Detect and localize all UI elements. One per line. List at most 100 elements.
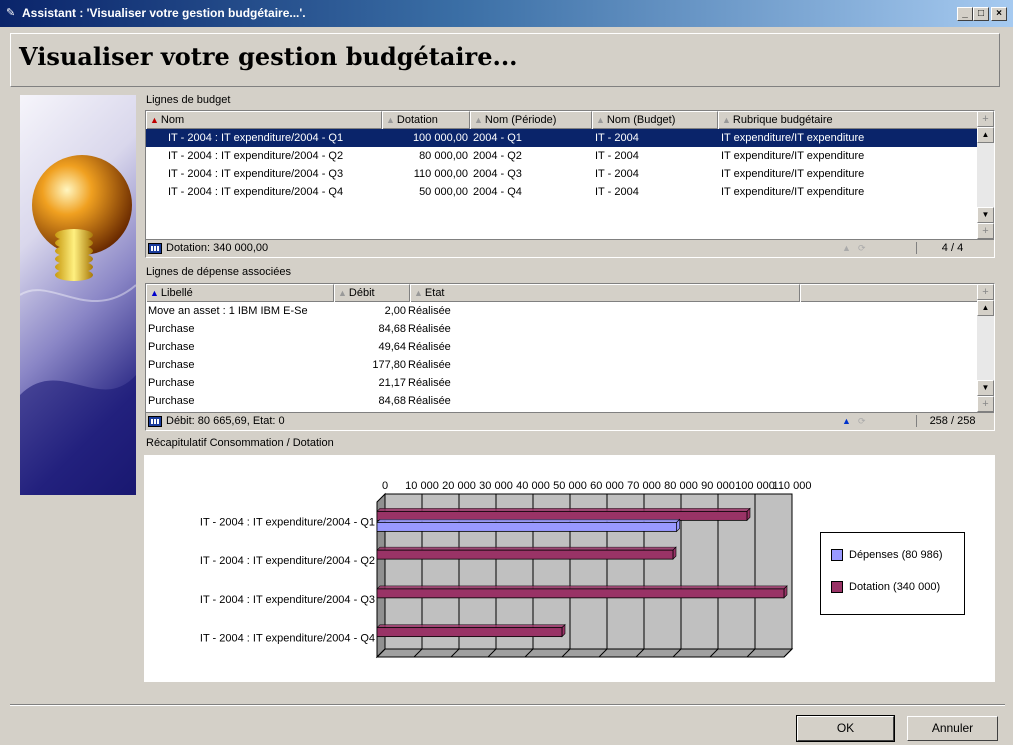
cell-debit: 2,00: [384, 305, 406, 317]
table-row[interactable]: IT - 2004 : IT expenditure/2004 - Q4 50 0…: [146, 183, 978, 201]
ok-button[interactable]: OK: [796, 715, 895, 742]
col-debit-header[interactable]: ▲ Débit: [334, 284, 410, 302]
bar-top: [376, 546, 677, 551]
maximize-button[interactable]: □: [973, 7, 989, 21]
wizard-icon: ✎: [6, 7, 16, 19]
sort-up-icon[interactable]: ▲: [842, 243, 851, 253]
x-tick-label: 80 000: [664, 480, 698, 492]
coins-illustration-icon: [20, 155, 136, 495]
col-periode-header[interactable]: ▲ Nom (Période): [470, 111, 592, 129]
page-title: Visualiser votre gestion budgétaire...: [19, 42, 518, 71]
cell-nom: IT - 2004 : IT expenditure/2004 - Q2: [168, 150, 344, 162]
scroll-up-button[interactable]: ▲: [977, 300, 994, 316]
table-row[interactable]: Purchase 84,68 Réalisée: [146, 392, 978, 410]
table-row[interactable]: IT - 2004 : IT expenditure/2004 - Q2 80 0…: [146, 147, 978, 165]
cell-dotation: 110 000,00: [413, 168, 468, 180]
col-rubrique-header[interactable]: ▲ Rubrique budgétaire: [718, 111, 978, 129]
chart-label: Récapitulatif Consommation / Dotation: [146, 437, 334, 449]
cell-rubrique: IT expenditure/IT expenditure: [721, 150, 865, 162]
cell-etat: Réalisée: [408, 305, 451, 317]
col-dotation-header[interactable]: ▲ Dotation: [382, 111, 470, 129]
x-tick-label: 40 000: [516, 480, 550, 492]
cell-rubrique: IT expenditure/IT expenditure: [721, 168, 865, 180]
x-tick-label: 10 000: [405, 480, 439, 492]
cell-etat: Réalisée: [408, 359, 451, 371]
sort-up-icon[interactable]: ▲: [842, 416, 851, 426]
cell-debit: 84,68: [378, 395, 406, 407]
cell-dotation: 50 000,00: [419, 186, 468, 198]
x-tick-label: 0: [382, 480, 388, 492]
bottom-separator: [10, 704, 1005, 706]
cell-libelle: Purchase: [148, 359, 195, 371]
cell-debit: 21,17: [378, 377, 406, 389]
calculator-icon[interactable]: [148, 243, 162, 254]
bar-spend: [376, 521, 678, 532]
expense-grid-header: ▲ Libellé ▲ Débit ▲ Etat: [146, 284, 978, 302]
expense-lines-grid[interactable]: ▲ Libellé ▲ Débit ▲ Etat Move an asset : 1 …: [145, 283, 995, 431]
scroll-down-button[interactable]: ▼: [977, 380, 994, 396]
table-row[interactable]: Purchase 21,17 Réalisée: [146, 374, 978, 392]
close-button[interactable]: ×: [991, 7, 1007, 21]
cell-budget: IT - 2004: [595, 132, 639, 144]
calculator-icon[interactable]: [148, 416, 162, 427]
cell-budget: IT - 2004: [595, 168, 639, 180]
cell-etat: Réalisée: [408, 395, 451, 407]
budget-scrollbar[interactable]: + ▲ ▼ +: [977, 111, 994, 239]
cell-dotation: 80 000,00: [419, 150, 468, 162]
sort-arrow-icon: ▲: [474, 115, 483, 125]
cell-rubrique: IT expenditure/IT expenditure: [721, 132, 865, 144]
expense-record-count: 258 / 258: [916, 415, 988, 427]
cell-periode: 2004 - Q3: [473, 168, 522, 180]
cell-nom: IT - 2004 : IT expenditure/2004 - Q4: [168, 186, 344, 198]
bar-top: [376, 508, 751, 512]
minimize-button[interactable]: _: [957, 7, 973, 21]
table-row[interactable]: Purchase 49,64 Réalisée: [146, 338, 978, 356]
expand-button[interactable]: +: [977, 223, 994, 239]
x-tick-label: 20 000: [442, 480, 476, 492]
table-row[interactable]: IT - 2004 : IT expenditure/2004 - Q1 100 …: [146, 129, 978, 147]
table-row[interactable]: Purchase 177,80 Réalisée: [146, 356, 978, 374]
y-category-label: IT - 2004 : IT expenditure/2004 - Q4: [200, 633, 375, 645]
table-row[interactable]: Purchase 84,68 Réalisée: [146, 320, 978, 338]
sort-arrow-icon: ▲: [414, 288, 423, 298]
table-row[interactable]: IT - 2004 : IT expenditure/2004 - Q3 110 …: [146, 165, 978, 183]
table-row[interactable]: Move an asset : 1 IBM IBM E-Se 2,00 Réalis…: [146, 302, 978, 320]
budget-lines-label: Lignes de budget: [146, 94, 231, 106]
add-column-button[interactable]: +: [977, 284, 994, 300]
title-bar[interactable]: ✎ Assistant : 'Visualiser votre gestion …: [0, 0, 1013, 27]
wizard-header: Visualiser votre gestion budgétaire...: [10, 33, 1000, 87]
sort-arrow-icon: ▲: [150, 115, 159, 125]
expense-scrollbar[interactable]: + ▲ ▼ +: [977, 284, 994, 412]
legend-swatch-spend: [831, 549, 843, 562]
cell-debit: 49,64: [378, 341, 406, 353]
scroll-down-button[interactable]: ▼: [977, 207, 994, 223]
col-libelle-header[interactable]: ▲ Libellé: [146, 284, 334, 302]
x-tick-label: 70 000: [627, 480, 661, 492]
bar-allocation: [376, 510, 748, 521]
col-empty-header: [800, 284, 978, 302]
x-tick-label: 110 000: [773, 480, 812, 492]
cell-debit: 177,80: [372, 359, 406, 371]
bar-allocation: [376, 627, 563, 638]
cell-etat: Réalisée: [408, 341, 451, 353]
wizard-banner-image: [20, 95, 136, 495]
sort-arrow-icon: ▲: [596, 115, 605, 125]
x-tick-label: 30 000: [479, 480, 513, 492]
cancel-button[interactable]: Annuler: [907, 716, 998, 741]
refresh-icon[interactable]: ⟳: [858, 243, 866, 254]
col-nom-header[interactable]: ▲ Nom: [146, 111, 382, 129]
budget-lines-grid[interactable]: ▲ Nom ▲ Dotation ▲ Nom (Période) ▲ Nom (Budg…: [145, 110, 995, 258]
col-etat-header[interactable]: ▲ Etat: [410, 284, 800, 302]
scroll-up-button[interactable]: ▲: [977, 127, 994, 143]
legend-item-spend: Dépenses (80 986): [831, 547, 943, 563]
x-tick-label: 50 000: [553, 480, 587, 492]
cell-budget: IT - 2004: [595, 186, 639, 198]
sort-arrow-icon: ▲: [386, 115, 395, 125]
expand-button[interactable]: +: [977, 396, 994, 412]
budget-grid-footer: Dotation: 340 000,00 ▲ ⟳ 4 / 4: [146, 239, 994, 257]
legend-item-allocation: Dotation (340 000): [831, 579, 940, 595]
cell-libelle: Purchase: [148, 323, 195, 335]
refresh-icon[interactable]: ⟳: [858, 416, 866, 427]
add-column-button[interactable]: +: [977, 111, 994, 127]
col-budget-header[interactable]: ▲ Nom (Budget): [592, 111, 718, 129]
